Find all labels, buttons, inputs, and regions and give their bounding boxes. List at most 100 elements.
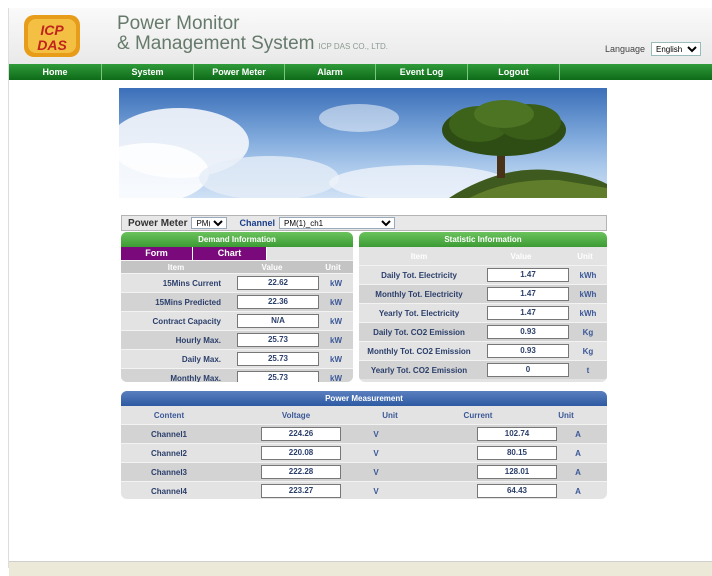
demand-unit: kW — [330, 297, 342, 307]
power-meter-select[interactable]: PM(1) — [191, 217, 228, 229]
statistic-col-item: Item — [410, 251, 428, 261]
current-value: 80.15 — [477, 446, 557, 460]
nav-home[interactable]: Home — [9, 64, 102, 80]
channel-name: Channel2 — [150, 448, 187, 458]
demand-header-row: Item Value Unit — [121, 260, 353, 273]
demand-item: 15Mins Current — [162, 278, 221, 288]
demand-unit: kW — [330, 316, 342, 326]
statistic-row: Daily Tot. CO2 Emission 0.93 Kg — [359, 322, 607, 341]
statistic-value: 1.47 — [487, 268, 569, 282]
channel-row: Channel1 224.26 V 102.74 A — [121, 424, 607, 443]
statistic-item: Daily Tot. Electricity — [381, 270, 457, 280]
current-unit: A — [575, 467, 581, 477]
language-selector: Language English — [605, 42, 701, 56]
browser-status-bar — [9, 561, 712, 576]
statistic-col-value: Value — [510, 251, 532, 261]
nav-system[interactable]: System — [102, 64, 194, 80]
statistic-row: Monthly Tot. CO2 Emission 0.93 Kg — [359, 341, 607, 360]
app-title-line1: Power Monitor — [117, 13, 240, 34]
current-value: 102.74 — [477, 427, 557, 441]
current-unit: A — [575, 429, 581, 439]
current-unit: A — [575, 486, 581, 496]
power-col-voltage: Voltage — [281, 410, 311, 420]
current-value: 64.43 — [477, 484, 557, 498]
statistic-info-title: Statistic Information — [359, 232, 607, 247]
nav-logout[interactable]: Logout — [468, 64, 560, 80]
demand-info-title: Demand Information — [121, 232, 353, 247]
statistic-header-row: Item Value Unit — [359, 247, 607, 265]
demand-unit: kW — [330, 335, 342, 345]
demand-row: Monthly Max. 25.73 kW — [121, 368, 353, 382]
statistic-value: 0 — [487, 363, 569, 377]
statistic-col-unit: Unit — [577, 251, 593, 261]
icp-das-logo: ICP DAS — [24, 15, 80, 57]
voltage-value: 222.28 — [261, 465, 341, 479]
nav-event-log[interactable]: Event Log — [376, 64, 468, 80]
demand-row: 15Mins Predicted 22.36 kW — [121, 292, 353, 311]
power-col-content: Content — [153, 410, 185, 420]
statistic-unit: Kg — [582, 327, 594, 337]
statistic-unit: Kg — [582, 346, 594, 356]
nav-alarm[interactable]: Alarm — [285, 64, 376, 80]
power-meter-label: Power Meter — [128, 217, 188, 229]
statistic-value: 0.93 — [487, 325, 569, 339]
channel-row: Channel2 220.08 V 80.15 A — [121, 443, 607, 462]
demand-col-value: Value — [261, 262, 283, 272]
demand-row: Contract Capacity N/A kW — [121, 311, 353, 330]
power-col-voltage-unit: Unit — [382, 410, 398, 420]
demand-value: 22.36 — [237, 295, 319, 309]
voltage-unit: V — [373, 429, 379, 439]
statistic-info-panel: Statistic Information Item Value Unit Da… — [359, 232, 607, 382]
statistic-item: Daily Tot. CO2 Emission — [373, 327, 465, 337]
statistic-value: 0.93 — [487, 344, 569, 358]
demand-col-item: Item — [167, 262, 185, 272]
app-title-line2-text: & Management System — [117, 33, 315, 54]
voltage-unit: V — [373, 467, 379, 477]
voltage-value: 223.27 — [261, 484, 341, 498]
statistic-value: 1.47 — [487, 306, 569, 320]
demand-value: 25.73 — [237, 352, 319, 366]
statistic-unit: kWh — [579, 308, 597, 318]
header: ICP DAS Power Monitor & Management Syste… — [9, 8, 712, 64]
demand-item: Monthly Max. — [170, 373, 221, 383]
statistic-row: Monthly Tot. Electricity 1.47 kWh — [359, 284, 607, 303]
meter-selector-bar: Power Meter PM(1) Channel PM(1)_ch1 — [121, 215, 607, 231]
power-header-row: Content Voltage Unit Current Unit — [121, 406, 607, 424]
language-select[interactable]: English — [651, 42, 701, 56]
statistic-row: Daily Tot. Electricity 1.47 kWh — [359, 265, 607, 284]
company-name: ICP DAS CO., LTD. — [318, 42, 388, 51]
statistic-row: Yearly Tot. Electricity 1.47 kWh — [359, 303, 607, 322]
demand-col-unit: Unit — [325, 262, 341, 272]
statistic-item: Monthly Tot. CO2 Emission — [367, 346, 471, 356]
demand-item: Daily Max. — [181, 354, 221, 364]
voltage-value: 224.26 — [261, 427, 341, 441]
channel-select[interactable]: PM(1)_ch1 — [278, 217, 395, 229]
tab-chart[interactable]: Chart — [193, 247, 267, 260]
tab-form[interactable]: Form — [121, 247, 193, 260]
current-value: 128.01 — [477, 465, 557, 479]
demand-row: 15Mins Current 22.62 kW — [121, 273, 353, 292]
channel-name: Channel1 — [150, 429, 187, 439]
main-nav: Home System Power Meter Alarm Event Log … — [9, 64, 712, 80]
demand-unit: kW — [330, 354, 342, 364]
channel-name: Channel3 — [150, 467, 187, 477]
app-title-line2: & Management System ICP DAS CO., LTD. — [117, 33, 388, 55]
statistic-value: 1.47 — [487, 287, 569, 301]
statistic-unit: t — [586, 365, 590, 375]
statistic-unit: kWh — [579, 270, 597, 280]
demand-row: Daily Max. 25.73 kW — [121, 349, 353, 368]
channel-row: Channel4 223.27 V 64.43 A — [121, 481, 607, 499]
demand-item: Hourly Max. — [175, 335, 221, 345]
demand-value: 22.62 — [237, 276, 319, 290]
power-measurement-title: Power Measurement — [121, 391, 607, 406]
demand-item: Contract Capacity — [152, 316, 221, 326]
demand-unit: kW — [330, 278, 342, 288]
statistic-unit: kWh — [579, 289, 597, 299]
demand-value: 25.73 — [237, 333, 319, 347]
channel-label: Channel — [239, 218, 275, 228]
demand-row: Hourly Max. 25.73 kW — [121, 330, 353, 349]
channel-row: Channel3 222.28 V 128.01 A — [121, 462, 607, 481]
power-measurement-panel: Power Measurement Content Voltage Unit C… — [121, 391, 607, 499]
nav-power-meter[interactable]: Power Meter — [194, 64, 285, 80]
page: ICP DAS Power Monitor & Management Syste… — [8, 8, 712, 576]
